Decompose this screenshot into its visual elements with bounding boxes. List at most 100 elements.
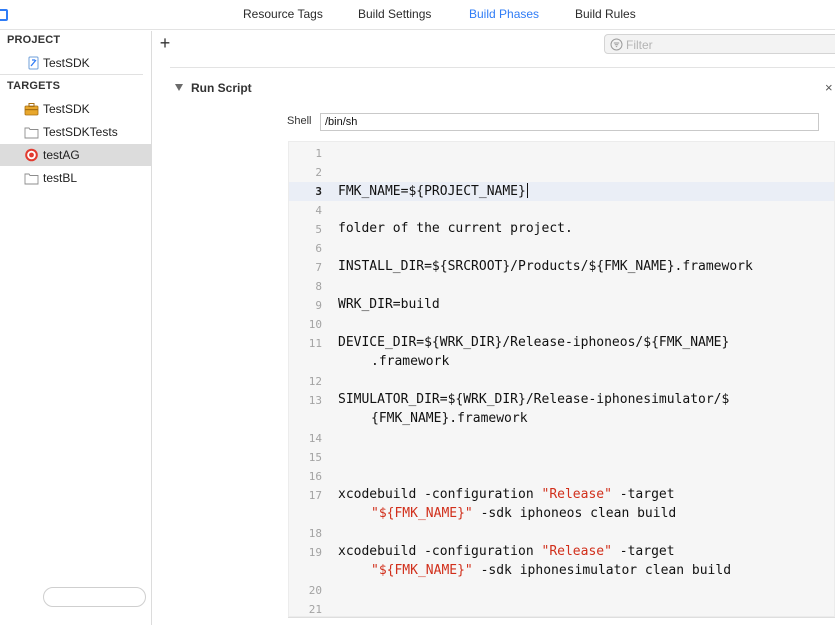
script-line[interactable]: 2 (289, 163, 834, 182)
string-token: "Release" (541, 544, 612, 559)
phase-filter-input[interactable]: Filter (604, 34, 835, 54)
script-line[interactable]: 11 DEVICE_DIR=${WRK_DIR}/Release-iphoneos… (289, 334, 834, 353)
string-token: "${FMK_NAME}" (371, 506, 473, 521)
script-line[interactable]: 14 (289, 429, 834, 448)
toolbox-icon (24, 103, 39, 116)
tab-build-phases[interactable]: Build Phases (469, 7, 539, 21)
line-number: 14 (308, 432, 322, 445)
script-line[interactable]: 4 (289, 201, 834, 220)
code-token: INSTALL_DIR=${SRCROOT}/Products/${FMK_NA… (338, 259, 753, 274)
sidebar-item-target-testbl[interactable]: testBL (0, 167, 151, 189)
tab-build-settings[interactable]: Build Settings (358, 7, 431, 21)
script-code: {FMK_NAME}.framework (371, 411, 528, 426)
section-divider (0, 74, 143, 75)
script-code: SIMULATOR_DIR=${WRK_DIR}/Release-iphones… (338, 392, 729, 407)
script-line[interactable]: 9 WRK_DIR=build (289, 296, 834, 315)
sidebar-item-label: testBL (43, 171, 78, 185)
code-token: xcodebuild -configuration (338, 544, 542, 559)
script-code: .framework (371, 354, 449, 369)
sidebar-item-label: testAG (43, 148, 80, 162)
script-line[interactable]: 21 (289, 600, 834, 616)
target-sidebar: PROJECT TestSDK TARGETS TestSDK TestSDKT… (0, 31, 152, 625)
editor-tab-bar: Resource Tags Build Settings Build Phase… (0, 0, 835, 30)
editor-bottom-divider (288, 617, 835, 618)
string-token: "${FMK_NAME}" (371, 563, 473, 578)
shell-input[interactable] (320, 113, 819, 131)
script-line[interactable]: 7 INSTALL_DIR=${SRCROOT}/Products/${FMK_N… (289, 258, 834, 277)
add-build-phase-button[interactable]: + (157, 34, 173, 52)
code-token: xcodebuild -configuration (338, 487, 542, 502)
sidebar-item-label: TestSDK (43, 102, 90, 116)
folder-icon (24, 173, 39, 185)
script-line[interactable]: "${FMK_NAME}" -sdk iphonesimulator clean… (289, 562, 834, 581)
filter-placeholder: Filter (626, 38, 653, 52)
project-section-header: PROJECT (7, 34, 61, 46)
script-code: INSTALL_DIR=${SRCROOT}/Products/${FMK_NA… (338, 259, 753, 274)
line-number: 13 (308, 394, 322, 407)
sidebar-item-target-testsdktests[interactable]: TestSDKTests (0, 121, 151, 143)
script-code: "${FMK_NAME}" -sdk iphonesimulator clean… (371, 563, 731, 578)
line-number: 4 (315, 204, 322, 217)
script-line[interactable]: 20 (289, 581, 834, 600)
window-corner-icon[interactable] (0, 9, 8, 21)
tab-build-rules[interactable]: Build Rules (575, 7, 636, 21)
sidebar-item-target-testag[interactable]: testAG (0, 144, 151, 166)
script-line[interactable]: 1 (289, 144, 834, 163)
disclosure-triangle-icon[interactable] (175, 84, 183, 91)
phase-title[interactable]: Run Script (191, 81, 252, 95)
line-number: 18 (308, 527, 322, 540)
script-code: WRK_DIR=build (338, 297, 440, 312)
script-line[interactable]: 10 (289, 315, 834, 334)
script-line[interactable]: 3 FMK_NAME=${PROJECT_NAME} (289, 182, 834, 201)
script-editor[interactable]: 1 2 3 FMK_NAME=${PROJECT_NAME} 4 5 folder of t… (288, 141, 835, 617)
script-code: xcodebuild -configuration "Release" -tar… (338, 544, 675, 559)
code-token: -sdk iphoneos clean build (472, 506, 677, 521)
tab-resource-tags[interactable]: Resource Tags (243, 7, 323, 21)
folder-icon (24, 127, 39, 139)
targets-section-header: TARGETS (7, 80, 61, 92)
script-line[interactable]: 8 (289, 277, 834, 296)
script-line[interactable]: 15 (289, 448, 834, 467)
code-token: SIMULATOR_DIR=${WRK_DIR}/Release-iphones… (338, 392, 730, 407)
line-number: 17 (308, 489, 322, 502)
script-code: DEVICE_DIR=${WRK_DIR}/Release-iphoneos/$… (338, 335, 729, 350)
script-line[interactable]: .framework (289, 353, 834, 372)
script-line[interactable]: 6 (289, 239, 834, 258)
sidebar-filter-input[interactable] (43, 587, 146, 607)
line-number: 5 (315, 223, 322, 236)
script-line[interactable]: {FMK_NAME}.framework (289, 410, 834, 429)
sidebar-item-target-testsdk[interactable]: TestSDK (0, 98, 151, 120)
sidebar-item-label: TestSDKTests (43, 125, 118, 139)
line-number: 6 (315, 242, 322, 255)
script-code: folder of the current project. (338, 221, 573, 236)
line-number: 9 (315, 299, 322, 312)
script-line[interactable]: 19 xcodebuild -configuration "Release" -t… (289, 543, 834, 562)
line-number: 12 (308, 375, 322, 388)
line-number: 16 (308, 470, 322, 483)
line-number: 21 (308, 603, 322, 616)
script-line[interactable]: 16 (289, 467, 834, 486)
code-token: -sdk iphonesimulator clean build (472, 563, 732, 578)
shell-label: Shell (287, 115, 312, 127)
code-token: FMK_NAME=${PROJECT_NAME} (338, 184, 526, 199)
sidebar-item-project[interactable]: TestSDK (0, 52, 151, 74)
code-token: -target (611, 544, 675, 559)
xcode-project-icon (28, 56, 39, 70)
line-number: 19 (308, 546, 322, 559)
script-line[interactable]: 13 SIMULATOR_DIR=${WRK_DIR}/Release-iphon… (289, 391, 834, 410)
code-token: folder of the current project. (338, 221, 573, 236)
script-line[interactable]: 18 (289, 524, 834, 543)
sidebar-item-label: TestSDK (43, 56, 90, 70)
line-number: 10 (308, 318, 322, 331)
target-icon (25, 148, 38, 162)
script-line[interactable]: 12 (289, 372, 834, 391)
line-number: 3 (315, 185, 322, 198)
script-line[interactable]: 17 xcodebuild -configuration "Release" -t… (289, 486, 834, 505)
line-number: 15 (308, 451, 322, 464)
script-line[interactable]: "${FMK_NAME}" -sdk iphoneos clean build (289, 505, 834, 524)
script-line[interactable]: 5 folder of the current project. (289, 220, 834, 239)
text-caret (526, 183, 528, 198)
code-token: -target (611, 487, 675, 502)
string-token: "Release" (541, 487, 612, 502)
close-phase-icon[interactable]: × (825, 80, 833, 95)
